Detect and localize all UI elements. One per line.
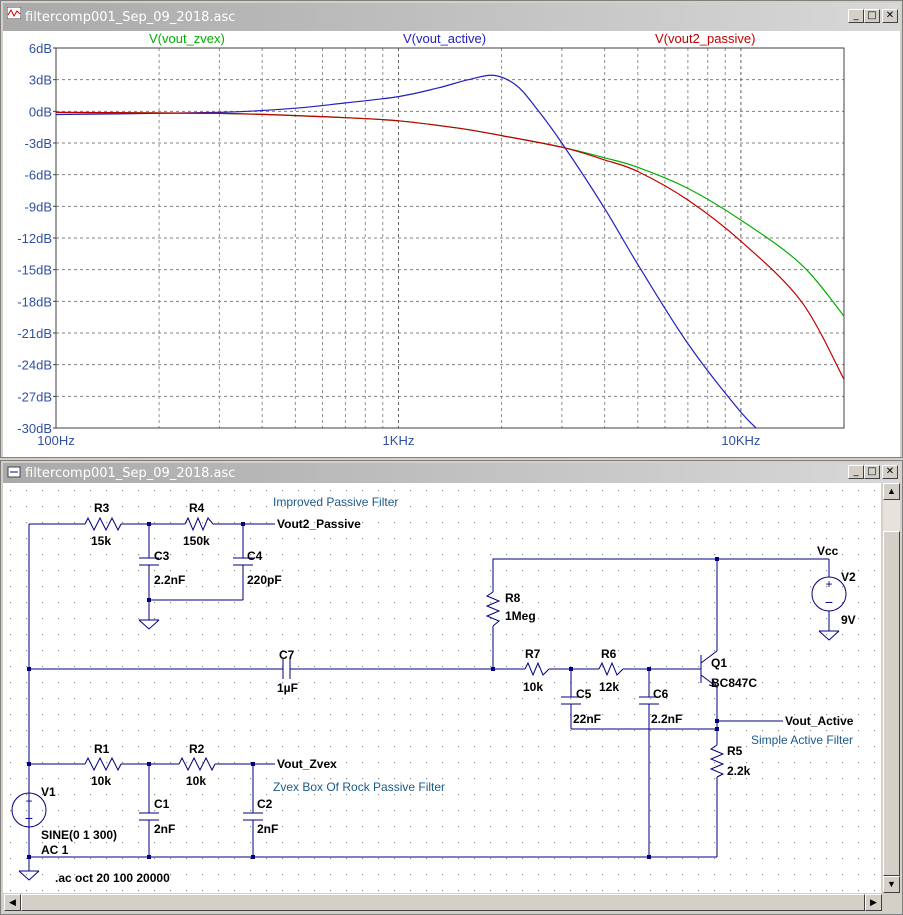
r5-value: 2.2k [727, 764, 751, 778]
r2-value: 10k [186, 774, 206, 788]
q1-name: Q1 [711, 656, 727, 670]
y-tick-label: 0dB [29, 104, 52, 119]
plot-window: filtercomp001_Sep_09_2018.asc _ □ ✕ 6dB 3… [0, 0, 903, 458]
v1-name: V1 [41, 785, 56, 799]
r2-name: R2 [189, 742, 205, 756]
scroll-right-button[interactable]: ▶ [865, 894, 882, 911]
y-tick-label: -12dB [17, 231, 52, 246]
r5-name: R5 [727, 744, 743, 758]
net-label-vcc: Vcc [817, 544, 839, 558]
plot-window-title: filtercomp001_Sep_09_2018.asc [25, 9, 236, 25]
y-tick-label: -9dB [25, 199, 52, 214]
q1-value: BC847C [711, 676, 757, 690]
v1-ac-value: AC 1 [41, 843, 69, 857]
r4-name: R4 [189, 501, 205, 515]
y-tick-label: -21dB [17, 326, 52, 341]
svg-text:+: + [25, 794, 32, 808]
horizontal-scrollbar[interactable]: ◀ ▶ [4, 894, 882, 911]
r6-value: 12k [599, 680, 619, 694]
svg-text:−: − [825, 594, 833, 610]
net-label-vout-active: Vout_Active [785, 714, 854, 728]
y-tick-label: -15dB [17, 263, 52, 278]
maximize-button[interactable]: □ [864, 9, 880, 23]
c2-name: C2 [257, 797, 273, 811]
c4-name: C4 [247, 549, 263, 563]
c3-value: 2.2nF [154, 573, 185, 587]
c5-name: C5 [576, 687, 592, 701]
y-tick-label: -27dB [17, 389, 52, 404]
v2-name: V2 [841, 570, 856, 584]
comment-improved-passive-filter: Improved Passive Filter [273, 495, 398, 509]
r8-value: 1Meg [505, 609, 536, 623]
comment-zvex-passive-filter: Zvex Box Of Rock Passive Filter [273, 780, 445, 794]
c1-value: 2nF [154, 822, 175, 836]
r7-name: R7 [525, 647, 541, 661]
schematic-titlebar[interactable]: filtercomp001_Sep_09_2018.asc _ □ ✕ [3, 463, 900, 483]
waveform-icon [7, 7, 21, 19]
r6-name: R6 [601, 647, 617, 661]
c6-value: 2.2nF [651, 712, 682, 726]
legend-vout-zvex[interactable]: V(vout_zvex) [149, 31, 225, 46]
maximize-button[interactable]: □ [864, 465, 880, 479]
c4-value: 220pF [247, 573, 282, 587]
y-tick-label: -18dB [17, 294, 52, 309]
y-tick-label: -6dB [25, 168, 52, 183]
schematic-icon [7, 466, 21, 478]
c5-value: 22nF [573, 712, 601, 726]
x-tick-label: 100Hz [37, 433, 75, 448]
svg-text:+: + [825, 577, 832, 591]
legend-vout-active[interactable]: V(vout_active) [403, 31, 486, 46]
net-label-vout-zvex: Vout_Zvex [277, 757, 337, 771]
c6-name: C6 [653, 687, 669, 701]
minimize-button[interactable]: _ [848, 9, 864, 23]
vertical-scrollbar[interactable]: ▲ ▼ [883, 483, 900, 893]
y-tick-label: -3dB [25, 136, 52, 151]
y-tick-label: 6dB [29, 41, 52, 56]
spice-directive: .ac oct 20 100 20000 [55, 871, 170, 885]
minimize-button[interactable]: _ [848, 465, 864, 479]
c7-name: C7 [279, 648, 295, 662]
schematic-window: filtercomp001_Sep_09_2018.asc _ □ ✕ + − … [0, 460, 903, 915]
close-button[interactable]: ✕ [882, 9, 898, 23]
net-label-vout2-passive: Vout2_Passive [277, 517, 361, 531]
comment-simple-active-filter: Simple Active Filter [751, 733, 853, 747]
vertical-scroll-thumb[interactable] [883, 531, 900, 876]
r7-value: 10k [523, 680, 543, 694]
x-tick-label: 1KHz [383, 433, 415, 448]
legend-vout2-passive[interactable]: V(vout2_passive) [655, 31, 755, 46]
r1-name: R1 [94, 742, 110, 756]
c1-name: C1 [154, 797, 170, 811]
bode-plot[interactable]: 6dB 3dB 0dB -3dB -6dB -9dB -12dB -15dB -18dB -21d… [3, 31, 900, 457]
plot-titlebar[interactable]: filtercomp001_Sep_09_2018.asc _ □ ✕ [3, 3, 900, 31]
r8-name: R8 [505, 591, 521, 605]
r4-value: 150k [183, 534, 210, 548]
c2-value: 2nF [257, 822, 278, 836]
schematic-canvas[interactable]: + − + − R3 15k R4 150k C3 2.2nF C4 220pF… [3, 483, 881, 893]
y-tick-label: 3dB [29, 73, 52, 88]
v1-value: SINE(0 1 300) [41, 828, 117, 842]
scroll-up-button[interactable]: ▲ [883, 483, 900, 500]
x-tick-label: 10KHz [721, 433, 760, 448]
r3-name: R3 [94, 501, 110, 515]
close-button[interactable]: ✕ [882, 465, 898, 479]
c3-name: C3 [154, 549, 170, 563]
r3-value: 15k [91, 534, 111, 548]
y-tick-label: -24dB [17, 358, 52, 373]
c7-value: 1µF [277, 681, 298, 695]
v2-value: 9V [841, 613, 856, 627]
scroll-left-button[interactable]: ◀ [4, 894, 21, 911]
svg-text:−: − [25, 810, 33, 826]
r1-value: 10k [91, 774, 111, 788]
schematic-window-title: filtercomp001_Sep_09_2018.asc [25, 465, 236, 481]
horizontal-scroll-thumb[interactable] [21, 894, 865, 911]
scroll-down-button[interactable]: ▼ [883, 876, 900, 893]
